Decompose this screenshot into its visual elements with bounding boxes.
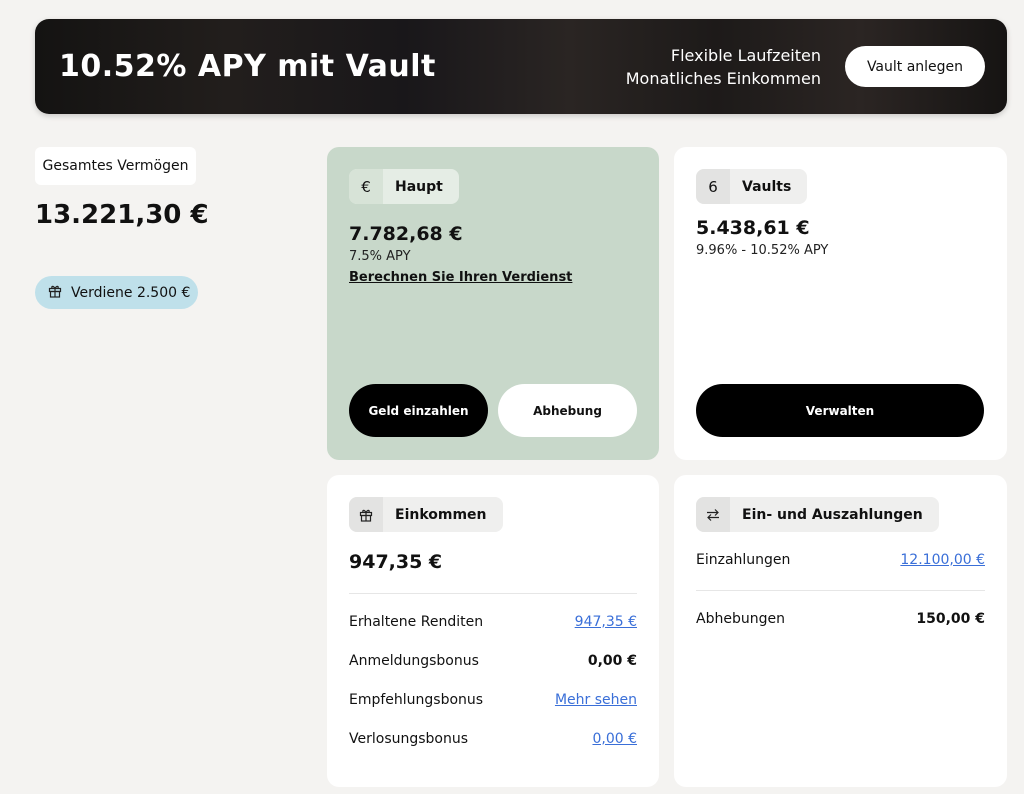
vaults-card: 6 Vaults 5.438,61 € 9.96% - 10.52% APY V… [674,147,1007,460]
vaults-apy-range: 9.96% - 10.52% APY [696,243,829,258]
main-account-label: Haupt [395,178,443,195]
divider [349,593,637,594]
manage-vaults-button[interactable]: Verwalten [696,384,984,437]
transfers-row-deposits: Einzahlungen 12.100,00 € [696,552,985,568]
main-account-amount: 7.782,68 € [349,223,463,245]
returns-value-link[interactable]: 947,35 € [575,614,637,630]
transfer-arrows-icon [696,497,730,532]
income-label: Einkommen [395,506,487,523]
banner-feature-1: Flexible Laufzeiten [670,46,821,65]
main-account-card: € Haupt 7.782,68 € 7.5% APY Berechnen Si… [327,147,659,460]
income-row-raffle-bonus: Verlosungsbonus 0,00 € [349,731,637,747]
gift-icon [349,497,383,532]
vault-count: 6 [696,169,730,204]
euro-icon: € [349,169,383,204]
vaults-amount: 5.438,61 € [696,217,810,239]
withdrawals-value: 150,00 € [916,611,985,627]
total-assets-label: Gesamtes Vermögen [35,147,196,185]
create-vault-button[interactable]: Vault anlegen [845,46,985,87]
signup-bonus-value: 0,00 € [587,653,637,669]
banner-title: 10.52% APY mit Vault [59,49,436,84]
deposits-value-link[interactable]: 12.100,00 € [900,552,985,568]
income-row-signup-bonus: Anmeldungsbonus 0,00 € [349,653,637,669]
promo-banner: 10.52% APY mit Vault Flexible Laufzeiten… [35,19,1007,114]
raffle-bonus-value-link[interactable]: 0,00 € [592,731,637,747]
divider [696,590,985,591]
banner-feature-2: Monatliches Einkommen [625,69,821,88]
income-chip: Einkommen [349,497,503,532]
banner-features: Flexible Laufzeiten Monatliches Einkomme… [626,44,821,90]
calculate-earnings-link[interactable]: Berechnen Sie Ihren Verdienst [349,270,572,285]
row-label: Abhebungen [696,611,785,627]
row-label: Empfehlungsbonus [349,692,484,708]
row-label: Erhaltene Renditen [349,614,484,630]
row-label: Verlosungsbonus [349,731,469,747]
main-account-apy: 7.5% APY [349,249,411,264]
income-amount: 947,35 € [349,551,443,573]
see-more-link[interactable]: Mehr sehen [555,692,637,708]
main-account-chip: € Haupt [349,169,459,204]
vaults-chip: 6 Vaults [696,169,808,204]
vaults-label: Vaults [742,178,792,195]
earn-label: Verdiene 2.500 € [71,284,191,301]
transfers-chip: Ein- und Auszahlungen [696,497,939,532]
income-row-returns: Erhaltene Renditen 947,35 € [349,614,637,630]
total-assets-value: 13.221,30 € [35,200,209,230]
transfers-label: Ein- und Auszahlungen [742,506,923,523]
income-row-referral-bonus: Empfehlungsbonus Mehr sehen [349,692,637,708]
transfers-row-withdrawals: Abhebungen 150,00 € [696,611,985,627]
deposit-button[interactable]: Geld einzahlen [349,384,488,437]
transfers-card: Ein- und Auszahlungen Einzahlungen 12.10… [674,475,1007,787]
row-label: Anmeldungsbonus [349,653,479,669]
earn-referral-button[interactable]: Verdiene 2.500 € [35,276,198,309]
row-label: Einzahlungen [696,552,791,568]
withdraw-button[interactable]: Abhebung [498,384,637,437]
income-card: Einkommen 947,35 € Erhaltene Renditen 94… [327,475,659,787]
gift-icon [48,284,62,302]
